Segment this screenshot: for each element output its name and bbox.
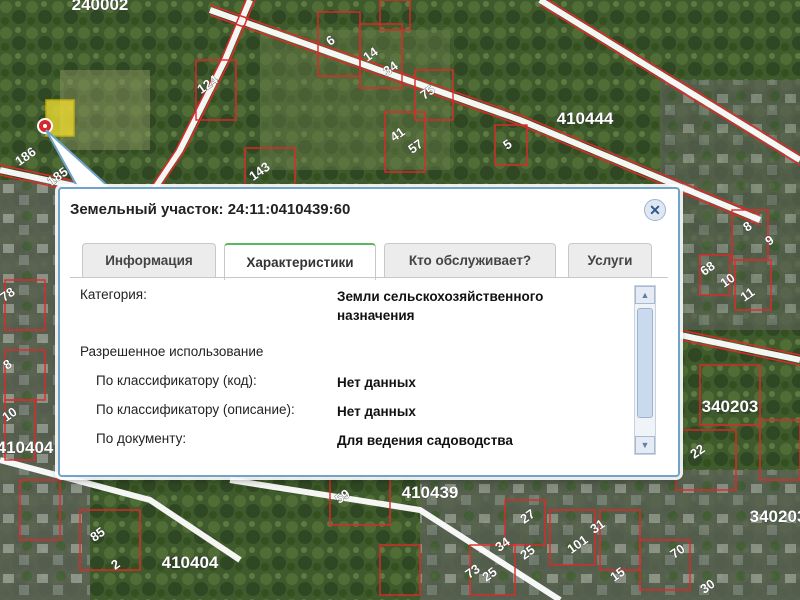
cadastral-block-label: 410439 [402, 483, 459, 502]
classifier-code-label: По классификатору (код): [96, 373, 257, 388]
document-value: Для ведения садоводства [337, 433, 513, 448]
category-label: Категория: [80, 287, 147, 302]
scroll-up-icon[interactable]: ▲ [635, 286, 655, 304]
permitted-use-heading: Разрешенное использование [80, 344, 264, 359]
scrollbar-thumb[interactable] [637, 308, 653, 418]
popup-title: Земельный участок: 24:11:0410439:60 [70, 201, 351, 218]
vertical-scrollbar[interactable]: ▲ ▼ [634, 285, 656, 455]
tab-service-provider[interactable]: Кто обслуживает? [384, 243, 556, 277]
cadastral-block-label: 340203 [702, 397, 759, 416]
tab-divider [70, 277, 668, 278]
characteristics-panel: Категория: Земли сельскохозяйственного н… [70, 279, 668, 465]
category-value: Земли сельскохозяйственного назначения [337, 289, 544, 323]
cadastral-block-label: 340203 [750, 507, 800, 526]
cadastral-block-label: 240002 [72, 0, 129, 14]
classifier-description-label: По классификатору (описание): [96, 402, 295, 417]
document-label: По документу: [96, 431, 187, 446]
tab-information[interactable]: Информация [82, 243, 216, 277]
cadastral-block-label: 410404 [0, 438, 54, 457]
cadastral-block-label: 410444 [557, 109, 614, 128]
cadastral-block-label: 410404 [162, 553, 219, 572]
scroll-down-icon[interactable]: ▼ [635, 436, 655, 454]
classifier-description-value: Нет данных [337, 404, 416, 419]
close-icon[interactable]: ✕ [644, 199, 666, 221]
tab-services[interactable]: Услуги [568, 243, 652, 277]
popup-tabs: Информация Характеристики Кто обслуживае… [82, 243, 656, 280]
parcel-info-popup: Земельный участок: 24:11:0410439:60 ✕ Ин… [58, 187, 680, 477]
classifier-code-value: Нет данных [337, 375, 416, 390]
tab-characteristics[interactable]: Характеристики [224, 243, 376, 280]
